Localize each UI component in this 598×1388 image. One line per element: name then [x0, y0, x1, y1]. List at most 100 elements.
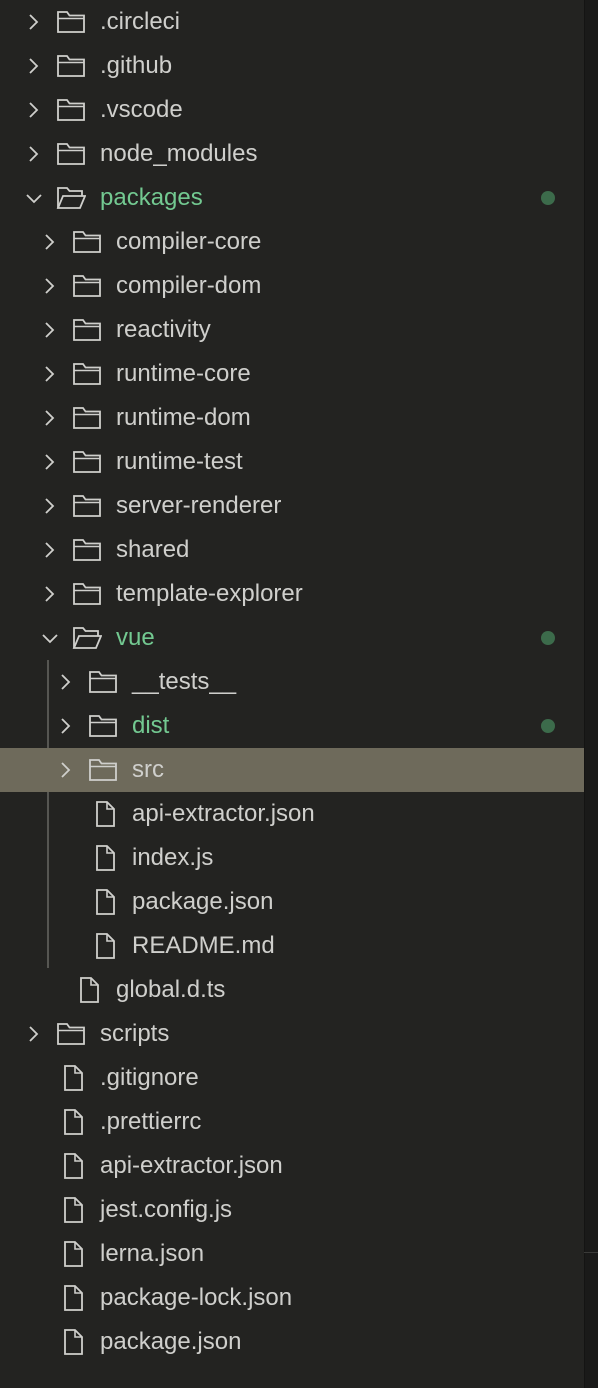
tree-item-label: packages — [100, 184, 203, 211]
folder-open-icon — [56, 187, 86, 209]
folder-icon — [73, 451, 101, 473]
tree-item-label: __tests__ — [132, 668, 237, 695]
file-icon — [96, 933, 115, 959]
file-icon — [96, 801, 115, 827]
tree-item-global-d-ts[interactable]: global.d.ts — [0, 968, 584, 1012]
chevron-right-icon[interactable] — [24, 144, 44, 164]
tree-item-readme-md[interactable]: README.md — [0, 924, 584, 968]
tree-item-compiler-dom[interactable]: compiler-dom — [0, 264, 584, 308]
folder-icon — [57, 11, 85, 33]
tree-item-api-extractor-json[interactable]: api-extractor.json — [0, 792, 584, 836]
tree-item-label: compiler-core — [116, 228, 262, 255]
tree-item-tests[interactable]: __tests__ — [0, 660, 584, 704]
tree-item-vue[interactable]: vue — [0, 616, 584, 660]
chevron-down-icon[interactable] — [24, 188, 44, 208]
file-icon — [64, 1109, 83, 1135]
folder-icon — [73, 275, 101, 297]
chevron-right-icon[interactable] — [40, 584, 60, 604]
tree-item-label: server-renderer — [116, 492, 282, 519]
tree-item-runtime-core[interactable]: runtime-core — [0, 352, 584, 396]
folder-icon — [73, 495, 101, 517]
tree-item-github[interactable]: .github — [0, 44, 584, 88]
file-icon — [64, 1285, 83, 1311]
tree-item-package-lock-json[interactable]: package-lock.json — [0, 1276, 584, 1320]
tree-item-label: .vscode — [100, 96, 183, 123]
tree-item-label: src — [132, 756, 164, 783]
chevron-right-icon[interactable] — [24, 56, 44, 76]
chevron-right-icon[interactable] — [56, 760, 76, 780]
tree-item-label: runtime-dom — [116, 404, 251, 431]
tree-item-jest-config-js[interactable]: jest.config.js — [0, 1188, 584, 1232]
tree-item-label: runtime-test — [116, 448, 243, 475]
tree-item-label: vue — [116, 624, 155, 651]
tree-item-label: package.json — [132, 888, 274, 915]
chevron-right-icon[interactable] — [40, 496, 60, 516]
tree-item-label: global.d.ts — [116, 976, 226, 1003]
folder-icon — [73, 231, 101, 253]
chevron-right-icon[interactable] — [40, 408, 60, 428]
tree-item-label: api-extractor.json — [132, 800, 315, 827]
tree-item-label: jest.config.js — [100, 1196, 233, 1223]
tree-item-src[interactable]: src — [0, 748, 584, 792]
tree-item-api-extractor-json[interactable]: api-extractor.json — [0, 1144, 584, 1188]
tree-item-template-explorer[interactable]: template-explorer — [0, 572, 584, 616]
tree-item-label: node_modules — [100, 140, 258, 167]
tree-item-node-modules[interactable]: node_modules — [0, 132, 584, 176]
panel-divider — [584, 0, 585, 1388]
chevron-right-icon[interactable] — [56, 716, 76, 736]
tree-item-runtime-test[interactable]: runtime-test — [0, 440, 584, 484]
tree-item-reactivity[interactable]: reactivity — [0, 308, 584, 352]
scrollbar-track[interactable] — [584, 0, 598, 1388]
file-icon — [64, 1065, 83, 1091]
tree-item-dist[interactable]: dist — [0, 704, 584, 748]
tree-item-packages[interactable]: packages — [0, 176, 584, 220]
tree-item-label: reactivity — [116, 316, 211, 343]
tree-item-label: .circleci — [100, 8, 181, 35]
folder-icon — [57, 143, 85, 165]
folder-icon — [73, 583, 101, 605]
tree-item-scripts[interactable]: scripts — [0, 1012, 584, 1056]
adjacent-panel-border — [584, 1252, 598, 1253]
tree-item-package-json[interactable]: package.json — [0, 1320, 584, 1364]
chevron-right-icon[interactable] — [24, 1024, 44, 1044]
tree-item-runtime-dom[interactable]: runtime-dom — [0, 396, 584, 440]
chevron-right-icon[interactable] — [40, 232, 60, 252]
folder-icon — [73, 539, 101, 561]
tree-item-label: .github — [100, 52, 173, 79]
file-icon — [80, 977, 99, 1003]
tree-item-vscode[interactable]: .vscode — [0, 88, 584, 132]
chevron-right-icon[interactable] — [24, 100, 44, 120]
modified-dot-icon — [541, 191, 555, 205]
tree-item-label: index.js — [132, 844, 214, 871]
tree-item-lerna-json[interactable]: lerna.json — [0, 1232, 584, 1276]
tree-item-server-renderer[interactable]: server-renderer — [0, 484, 584, 528]
chevron-down-icon[interactable] — [40, 628, 60, 648]
tree-item-shared[interactable]: shared — [0, 528, 584, 572]
folder-icon — [73, 319, 101, 341]
tree-item-package-json[interactable]: package.json — [0, 880, 584, 924]
chevron-right-icon[interactable] — [40, 540, 60, 560]
tree-item-gitignore[interactable]: .gitignore — [0, 1056, 584, 1100]
modified-dot-icon — [541, 631, 555, 645]
tree-item-label: package.json — [100, 1328, 242, 1355]
chevron-right-icon[interactable] — [56, 672, 76, 692]
tree-item-circleci[interactable]: .circleci — [0, 0, 584, 44]
tree-item-label: scripts — [100, 1020, 170, 1047]
folder-icon — [57, 55, 85, 77]
chevron-right-icon[interactable] — [40, 320, 60, 340]
tree-item-label: template-explorer — [116, 580, 303, 607]
tree-item-index-js[interactable]: index.js — [0, 836, 584, 880]
chevron-right-icon[interactable] — [24, 12, 44, 32]
tree-item-compiler-core[interactable]: compiler-core — [0, 220, 584, 264]
chevron-right-icon[interactable] — [40, 452, 60, 472]
file-icon — [64, 1329, 83, 1355]
file-icon — [64, 1197, 83, 1223]
tree-item-prettierrc[interactable]: .prettierrc — [0, 1100, 584, 1144]
chevron-right-icon[interactable] — [40, 364, 60, 384]
tree-item-label: README.md — [132, 932, 275, 959]
file-icon — [64, 1241, 83, 1267]
chevron-right-icon[interactable] — [40, 276, 60, 296]
folder-open-icon — [72, 627, 102, 649]
folder-icon — [57, 99, 85, 121]
folder-icon — [57, 1023, 85, 1045]
